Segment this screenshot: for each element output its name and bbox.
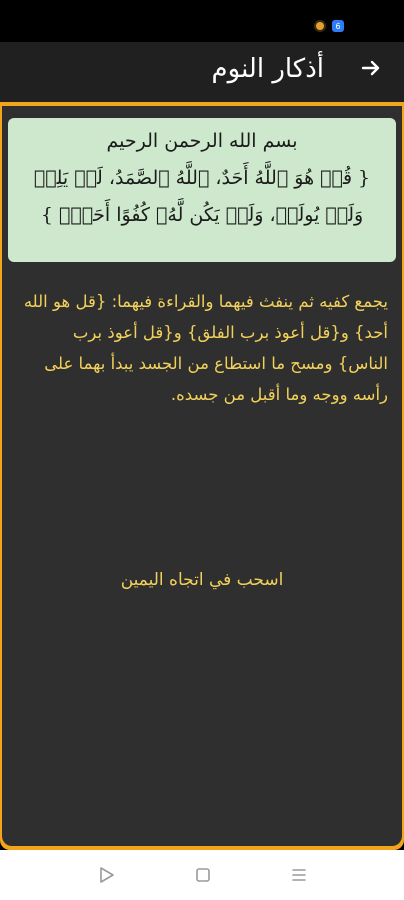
basmala-text: بسم الله الرحمن الرحيم (106, 130, 298, 152)
verse-card: بسم الله الرحمن الرحيم { قُلۡ هُوَ ٱللَّ… (8, 118, 396, 262)
back-triangle-icon[interactable] (96, 864, 118, 886)
recording-indicator-icon (314, 20, 326, 32)
menu-lines-icon[interactable] (288, 864, 310, 886)
system-nav-bar (0, 850, 404, 900)
verse-text: { قُلۡ هُوَ ٱللَّهُ أَحَدٌ، ٱللَّهُ ٱلصَ… (33, 167, 371, 226)
home-square-icon[interactable] (192, 864, 214, 886)
page-title: أذكار النوم (211, 54, 324, 84)
swipe-hint: اسحب في اتجاه اليمين (120, 570, 284, 590)
status-bar: 6 (0, 0, 404, 42)
notification-badge-icon: 6 (332, 20, 344, 32)
arrow-right-icon[interactable] (356, 56, 386, 86)
content-panel[interactable]: بسم الله الرحمن الرحيم { قُلۡ هُوَ ٱللَّ… (2, 106, 402, 846)
instruction-text: يجمع كفيه ثم ينفث فيهما والقراءة فيهما: … (23, 292, 388, 404)
content-frame: بسم الله الرحمن الرحيم { قُلۡ هُوَ ٱللَّ… (0, 104, 404, 850)
app-bar: أذكار النوم (0, 42, 404, 104)
